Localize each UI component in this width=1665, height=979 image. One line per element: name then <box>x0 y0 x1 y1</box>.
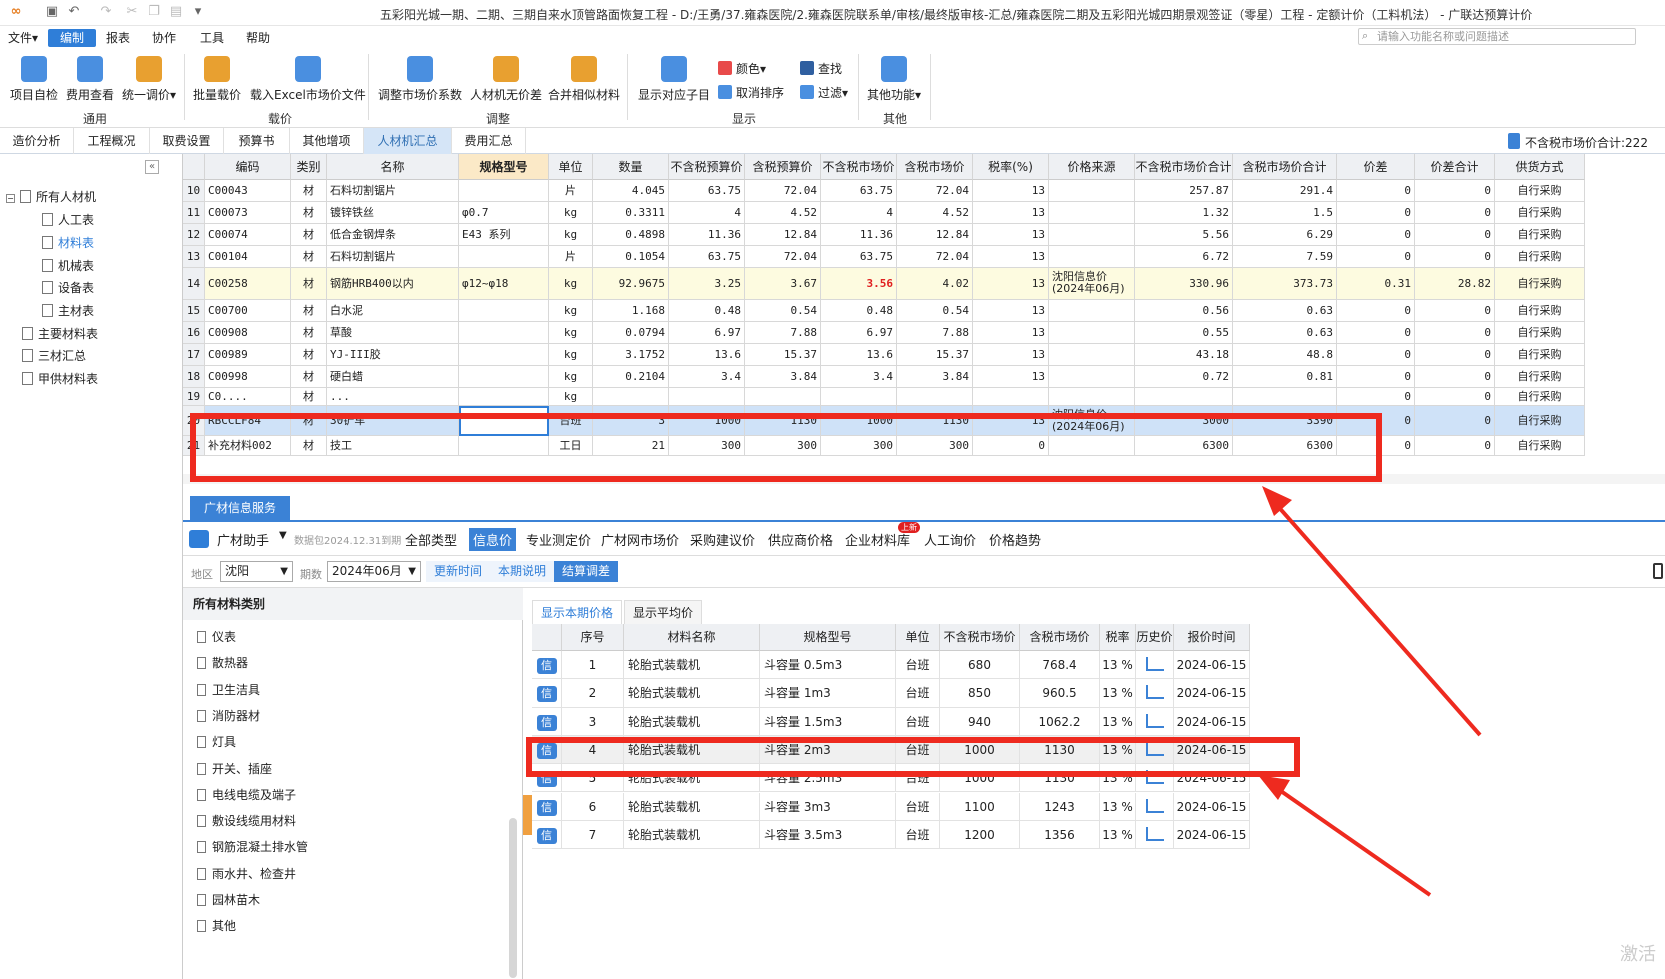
watermark: 激活 <box>1620 944 1656 965</box>
annotation-arrows <box>1258 486 1482 897</box>
arrow-head <box>1262 486 1292 516</box>
arrow-line <box>1266 780 1432 897</box>
arrow-line <box>1266 493 1482 737</box>
